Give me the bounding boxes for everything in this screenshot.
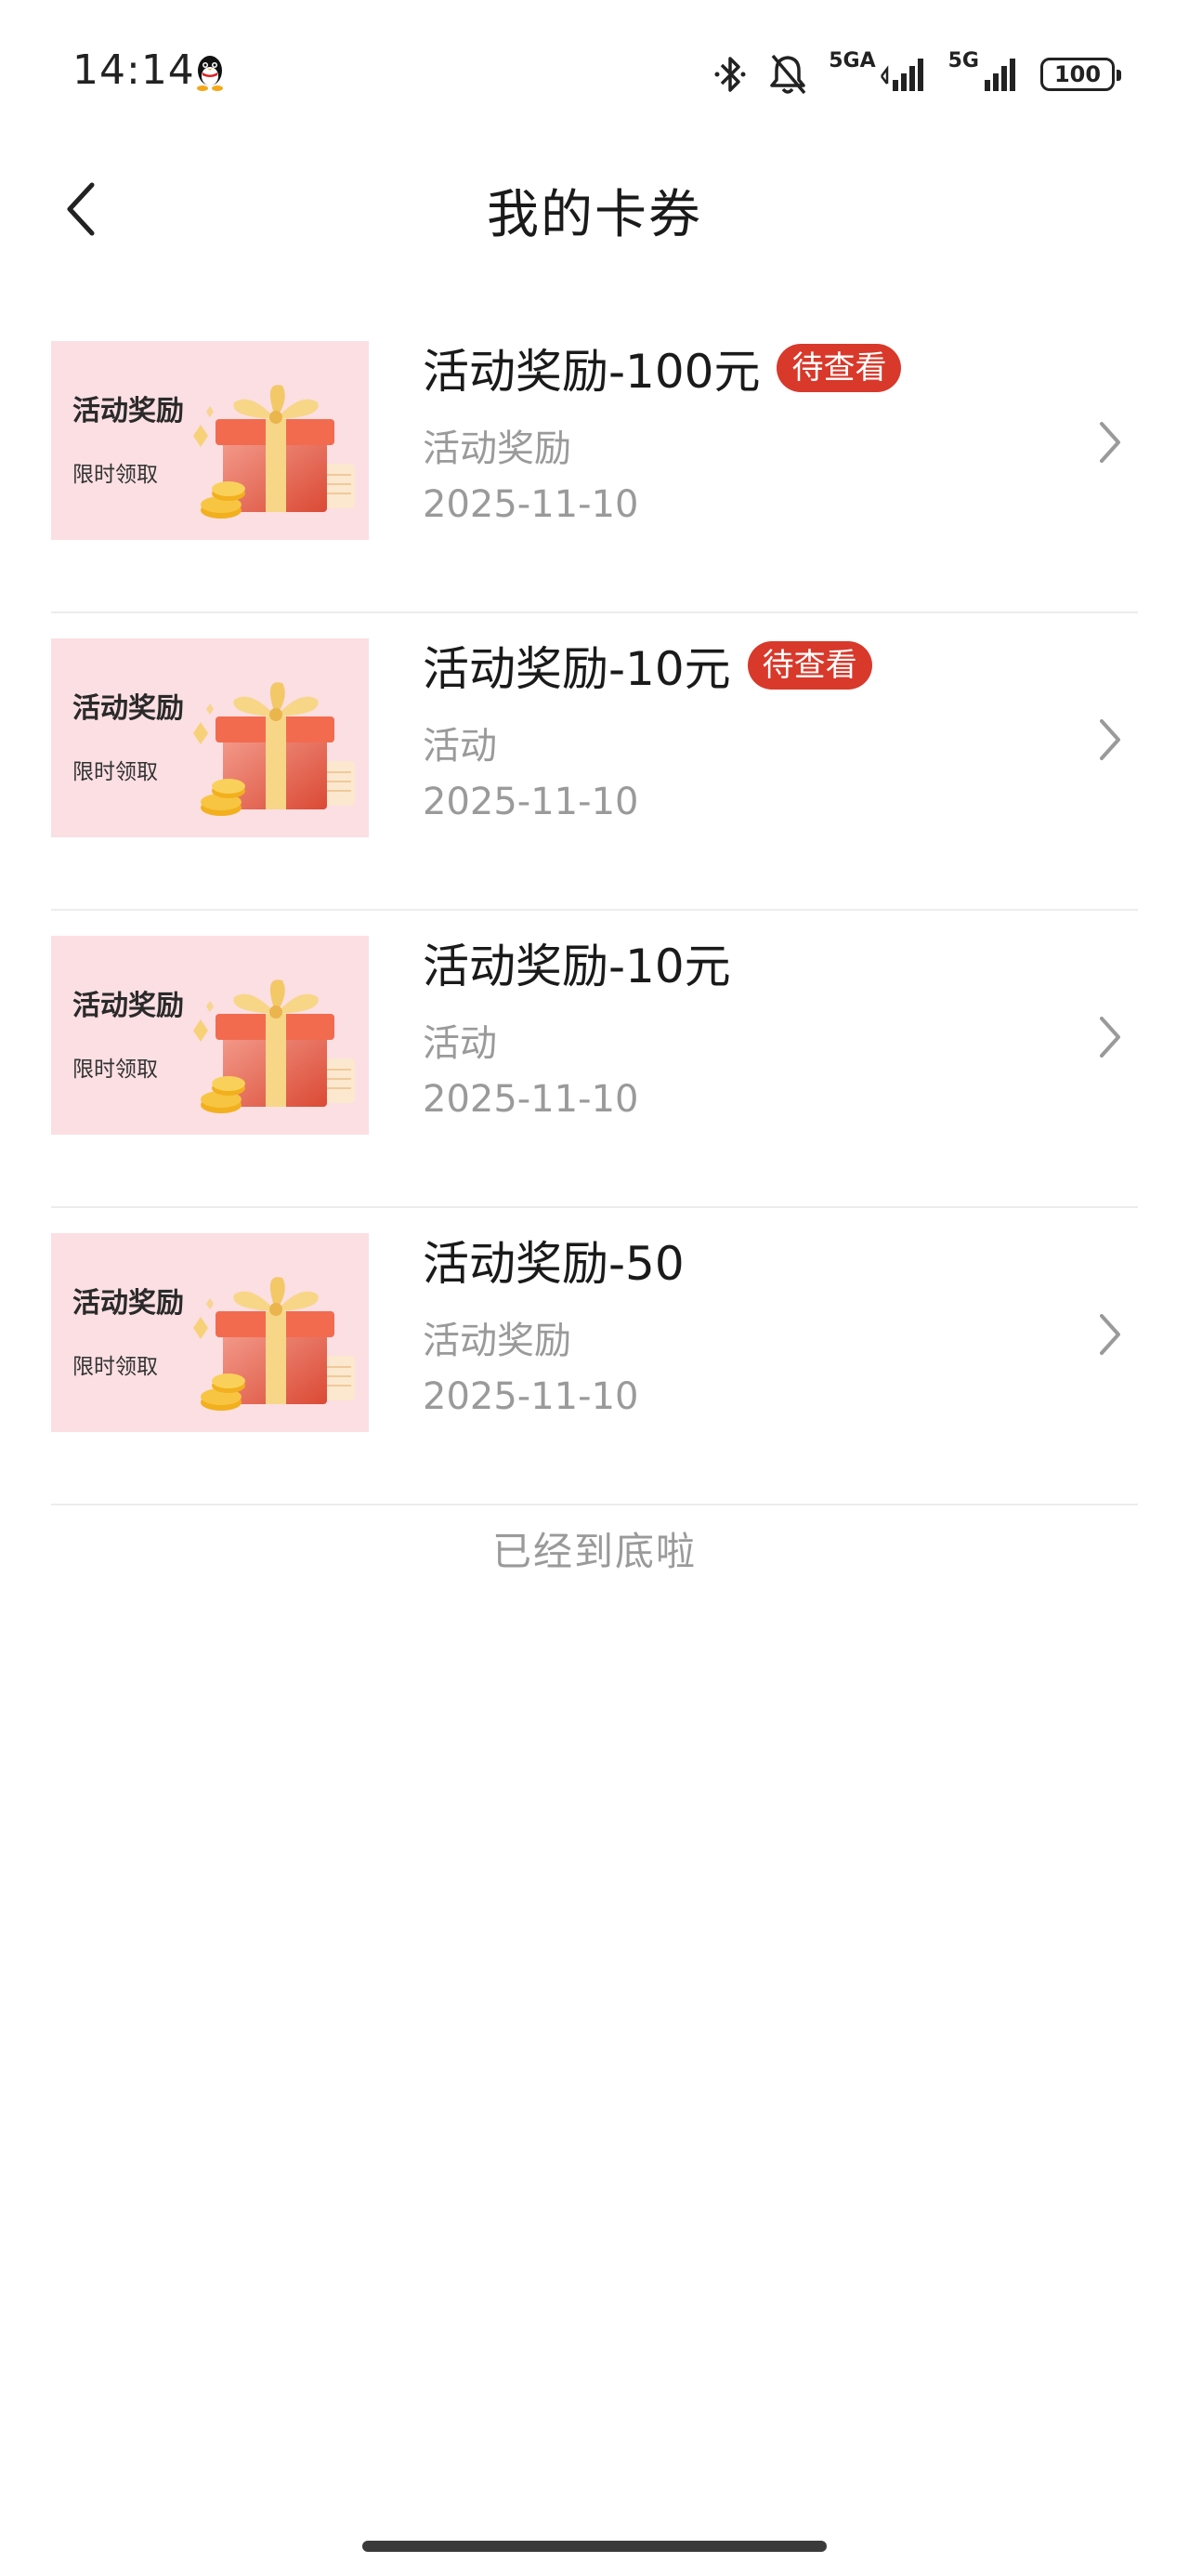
status-badge: 待查看 — [777, 344, 902, 392]
thumbnail-subtitle: 限时领取 — [72, 1058, 158, 1082]
thumbnail-title: 活动奖励 — [72, 990, 184, 1022]
battery-level: 100 — [1053, 61, 1102, 87]
network-label-2: 5G — [947, 49, 979, 72]
coupon-item[interactable]: 活动奖励 限时领取 — [51, 316, 1138, 613]
page-title: 我的卡券 — [487, 185, 702, 245]
thumbnail-subtitle: 限时领取 — [72, 463, 158, 487]
bluetooth-icon — [713, 54, 747, 95]
chevron-right-icon — [1082, 1009, 1138, 1065]
chevron-right-icon — [1082, 712, 1138, 768]
coupon-title-row: 活动奖励-100元 待查看 — [423, 335, 1054, 401]
coupon-info: 活动奖励-10元 待查看 活动 2025-11-10 — [423, 632, 1054, 823]
coupon-title: 活动奖励-50 — [423, 1237, 685, 1291]
gift-box-icon — [193, 979, 355, 1113]
coupon-thumbnail: 活动奖励 限时领取 — [51, 341, 369, 540]
coupon-item[interactable]: 活动奖励 限时领取 — [51, 613, 1138, 911]
thumbnail-subtitle: 限时领取 — [72, 1355, 158, 1379]
header: 我的卡券 — [0, 149, 1189, 269]
thumbnail-title: 活动奖励 — [72, 692, 184, 725]
status-bar: 14:14 5GA 5G 100 — [0, 0, 1189, 149]
gift-box-icon — [193, 385, 355, 519]
thumbnail-subtitle: 限时领取 — [72, 760, 158, 784]
signal-icon-2 — [983, 56, 1020, 93]
coupon-item[interactable]: 活动奖励 限时领取 — [51, 1208, 1138, 1505]
bell-muted-icon — [767, 52, 808, 97]
coupon-description: 活动 — [423, 725, 497, 768]
status-time: 14:14 — [72, 46, 195, 94]
chevron-right-icon — [1082, 414, 1138, 470]
coupon-title: 活动奖励-100元 — [423, 345, 761, 399]
network-label-1: 5GA — [829, 49, 876, 72]
coupon-info: 活动奖励-50 活动奖励 2025-11-10 — [423, 1227, 1054, 1418]
gift-box-icon — [193, 1277, 355, 1411]
coupon-info: 活动奖励-10元 活动 2025-11-10 — [423, 929, 1054, 1121]
thumbnail-title: 活动奖励 — [72, 1287, 184, 1320]
home-indicator[interactable] — [362, 2541, 827, 2552]
coupon-title: 活动奖励-10元 — [423, 642, 731, 696]
coupon-title-row: 活动奖励-50 — [423, 1227, 1054, 1294]
coupon-thumbnail: 活动奖励 限时领取 — [51, 638, 369, 837]
coupon-description: 活动 — [423, 1022, 497, 1065]
coupon-info: 活动奖励-100元 待查看 活动奖励 2025-11-10 — [423, 335, 1054, 526]
coupon-description: 活动奖励 — [423, 427, 571, 470]
gift-box-icon — [193, 682, 355, 816]
status-icons: 5GA 5G 100 — [713, 48, 1121, 100]
coupon-date: 2025-11-10 — [423, 1078, 639, 1121]
coupon-item[interactable]: 活动奖励 限时领取 — [51, 911, 1138, 1208]
coupon-title: 活动奖励-10元 — [423, 940, 731, 993]
battery-icon: 100 — [1040, 58, 1121, 91]
coupon-title-row: 活动奖励-10元 — [423, 929, 1054, 996]
coupon-thumbnail: 活动奖励 限时领取 — [51, 936, 369, 1135]
end-of-list-text: 已经到底啦 — [491, 1529, 697, 1574]
chevron-right-icon — [1082, 1307, 1138, 1362]
qq-icon — [191, 52, 229, 93]
thumbnail-title: 活动奖励 — [72, 395, 184, 427]
coupon-thumbnail: 活动奖励 限时领取 — [51, 1233, 369, 1432]
status-badge: 待查看 — [747, 641, 872, 690]
signal-icon — [880, 56, 928, 93]
coupon-date: 2025-11-10 — [423, 1375, 639, 1418]
coupon-date: 2025-11-10 — [423, 781, 639, 823]
coupon-list: 活动奖励 限时领取 活动奖励-100元 待查看 活动奖励 2025-11-10 … — [51, 316, 1138, 1505]
coupon-description: 活动奖励 — [423, 1320, 571, 1362]
coupon-date: 2025-11-10 — [423, 483, 639, 526]
coupon-title-row: 活动奖励-10元 待查看 — [423, 632, 1054, 699]
